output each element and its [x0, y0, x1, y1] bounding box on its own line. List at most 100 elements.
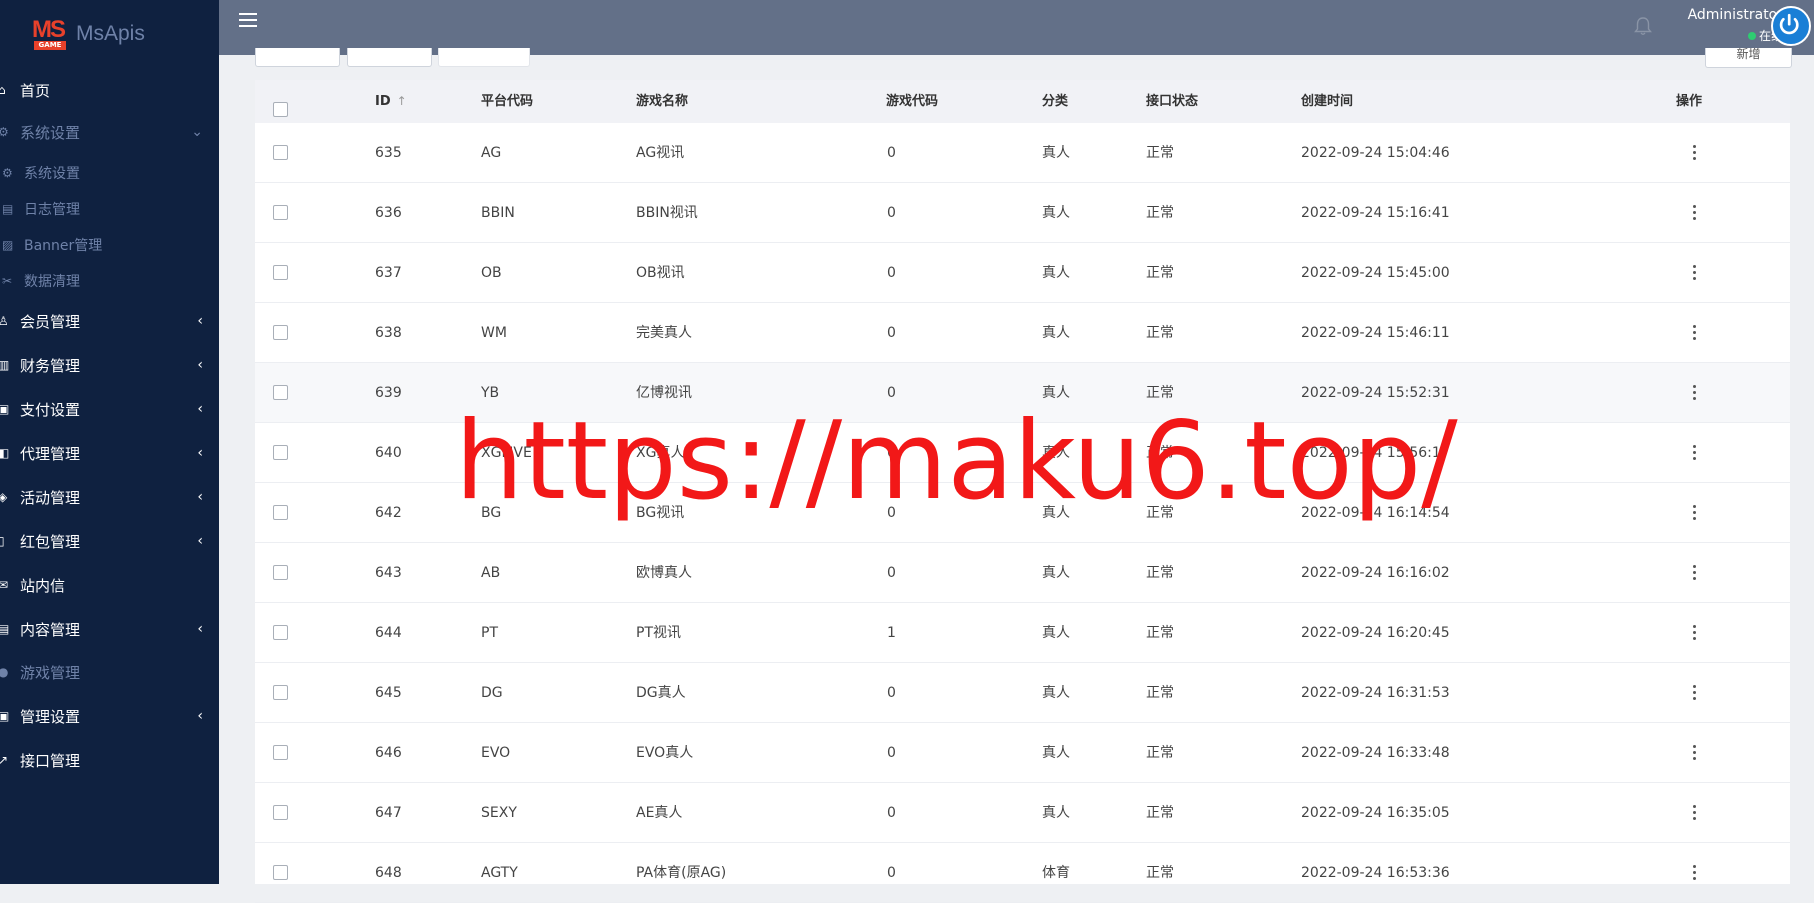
- finance-icon: ▥: [0, 358, 10, 372]
- cell-name: EVO真人: [636, 745, 694, 761]
- more-options-icon[interactable]: [1693, 685, 1697, 701]
- sidebar-item-3[interactable]: ▤ 日志管理: [0, 194, 221, 224]
- row-checkbox[interactable]: [273, 265, 288, 280]
- sidebar-item-4[interactable]: ▨ Banner管理: [0, 230, 221, 260]
- cell-status: 正常: [1146, 145, 1174, 161]
- more-options-icon[interactable]: [1693, 625, 1697, 641]
- sidebar-item-8[interactable]: ▣ 支付设置 ‹: [0, 394, 221, 424]
- sidebar-item-13[interactable]: ▤ 内容管理 ‹: [0, 614, 221, 644]
- toolbar-button-1[interactable]: [255, 48, 340, 67]
- cell-created: 2022-09-24 16:35:05: [1301, 805, 1450, 821]
- more-options-icon[interactable]: [1693, 505, 1697, 521]
- column-label: ID: [375, 94, 391, 109]
- table-row[interactable]: 644 PT PT视讯 1 真人 正常 2022-09-24 16:20:45: [255, 603, 1790, 663]
- cell-status: 正常: [1146, 325, 1174, 341]
- cell-id: 640: [375, 445, 402, 461]
- sidebar-item-label: 活动管理: [20, 488, 81, 507]
- table-row[interactable]: 637 OB OB视讯 0 真人 正常 2022-09-24 15:45:00: [255, 243, 1790, 303]
- table-row[interactable]: 646 EVO EVO真人 0 真人 正常 2022-09-24 16:33:48: [255, 723, 1790, 783]
- cell-code: 0: [887, 805, 896, 821]
- cell-platform: WM: [481, 325, 507, 341]
- toolbar-button-2[interactable]: [347, 48, 432, 67]
- brand[interactable]: MS GAME MsApis: [32, 14, 145, 54]
- table-row[interactable]: 643 AB 欧博真人 0 真人 正常 2022-09-24 16:16:02: [255, 543, 1790, 603]
- table-row[interactable]: 648 AGTY PA体育(原AG) 0 体育 正常 2022-09-24 16:53:36: [255, 843, 1790, 903]
- row-checkbox[interactable]: [273, 685, 288, 700]
- cell-category: 真人: [1042, 205, 1070, 221]
- row-checkbox[interactable]: [273, 325, 288, 340]
- power-avatar-icon[interactable]: [1771, 6, 1811, 46]
- column-header-id[interactable]: ID ↑: [375, 80, 407, 123]
- gear-icon: ⚙: [2, 166, 13, 180]
- cell-platform: BBIN: [481, 205, 515, 221]
- cell-status: 正常: [1146, 625, 1174, 641]
- sidebar-item-7[interactable]: ▥ 财务管理 ‹: [0, 350, 221, 380]
- row-checkbox[interactable]: [273, 385, 288, 400]
- sort-arrow-up-icon[interactable]: ↑: [397, 94, 407, 108]
- more-options-icon[interactable]: [1693, 265, 1697, 281]
- sidebar-item-1[interactable]: ⚙ 系统设置 ⌄: [0, 117, 221, 147]
- cell-name: AG视讯: [636, 145, 685, 161]
- row-checkbox[interactable]: [273, 145, 288, 160]
- row-checkbox[interactable]: [273, 805, 288, 820]
- payment-icon: ▣: [0, 402, 10, 416]
- sidebar-item-16[interactable]: ↗ 接口管理: [0, 745, 221, 775]
- cell-status: 正常: [1146, 565, 1174, 581]
- row-checkbox[interactable]: [273, 565, 288, 580]
- more-options-icon[interactable]: [1693, 445, 1697, 461]
- sidebar-item-11[interactable]: ▯ 红包管理 ‹: [0, 526, 221, 556]
- more-options-icon[interactable]: [1693, 865, 1697, 881]
- top-header: Administrator 在线: [219, 0, 1814, 55]
- row-checkbox[interactable]: [273, 205, 288, 220]
- cell-id: 638: [375, 325, 402, 341]
- table-row[interactable]: 636 BBIN BBIN视讯 0 真人 正常 2022-09-24 15:16:41: [255, 183, 1790, 243]
- add-button[interactable]: 新增: [1705, 48, 1792, 68]
- cell-category: 真人: [1042, 625, 1070, 641]
- sidebar-item-0[interactable]: ⌂ 首页: [0, 75, 221, 105]
- more-options-icon[interactable]: [1693, 325, 1697, 341]
- logo-subtext: GAME: [34, 41, 66, 50]
- row-checkbox[interactable]: [273, 625, 288, 640]
- cell-id: 648: [375, 865, 402, 881]
- sidebar-item-15[interactable]: ▣ 管理设置 ‹: [0, 701, 221, 731]
- cell-id: 646: [375, 745, 402, 761]
- menu-toggle-icon[interactable]: [239, 13, 257, 29]
- cell-platform: AB: [481, 565, 501, 581]
- user-icon: ♙: [0, 314, 9, 328]
- more-options-icon[interactable]: [1693, 385, 1697, 401]
- cell-name: 完美真人: [636, 325, 692, 341]
- sidebar-item-label: 财务管理: [20, 356, 81, 375]
- bell-icon[interactable]: [1634, 16, 1652, 36]
- cell-name: DG真人: [636, 685, 686, 701]
- table-row[interactable]: 647 SEXY AE真人 0 真人 正常 2022-09-24 16:35:05: [255, 783, 1790, 843]
- toolbar-button-3[interactable]: [438, 48, 530, 67]
- column-header-created: 创建时间: [1301, 94, 1354, 109]
- sidebar-item-5[interactable]: ✂ 数据清理: [0, 266, 221, 296]
- table-row[interactable]: 638 WM 完美真人 0 真人 正常 2022-09-24 15:46:11: [255, 303, 1790, 363]
- sidebar-item-14[interactable]: ● 游戏管理: [0, 657, 221, 687]
- more-options-icon[interactable]: [1693, 145, 1697, 161]
- row-checkbox[interactable]: [273, 505, 288, 520]
- row-checkbox[interactable]: [273, 865, 288, 880]
- sidebar-item-9[interactable]: ◧ 代理管理 ‹: [0, 438, 221, 468]
- brand-name: MsApis: [76, 22, 145, 45]
- row-checkbox[interactable]: [273, 745, 288, 760]
- sidebar-item-12[interactable]: ✉ 站内信: [0, 570, 221, 600]
- sidebar-item-6[interactable]: ♙ 会员管理 ‹: [0, 306, 221, 336]
- sidebar-item-2[interactable]: ⚙ 系统设置: [0, 158, 221, 188]
- cell-platform: AGTY: [481, 865, 518, 881]
- table-row[interactable]: 645 DG DG真人 0 真人 正常 2022-09-24 16:31:53: [255, 663, 1790, 723]
- cell-platform: EVO: [481, 745, 511, 761]
- user-name[interactable]: Administrator: [1673, 7, 1783, 23]
- chevron-left-icon: ‹: [197, 621, 203, 637]
- more-options-icon[interactable]: [1693, 205, 1697, 221]
- table-row[interactable]: 635 AG AG视讯 0 真人 正常 2022-09-24 15:04:46: [255, 123, 1790, 183]
- sidebar-item-10[interactable]: ◈ 活动管理 ‹: [0, 482, 221, 512]
- select-all-checkbox[interactable]: [273, 102, 288, 117]
- logo-icon: MS GAME: [32, 17, 68, 51]
- more-options-icon[interactable]: [1693, 805, 1697, 821]
- cell-code: 0: [887, 745, 896, 761]
- more-options-icon[interactable]: [1693, 745, 1697, 761]
- row-checkbox[interactable]: [273, 445, 288, 460]
- more-options-icon[interactable]: [1693, 565, 1697, 581]
